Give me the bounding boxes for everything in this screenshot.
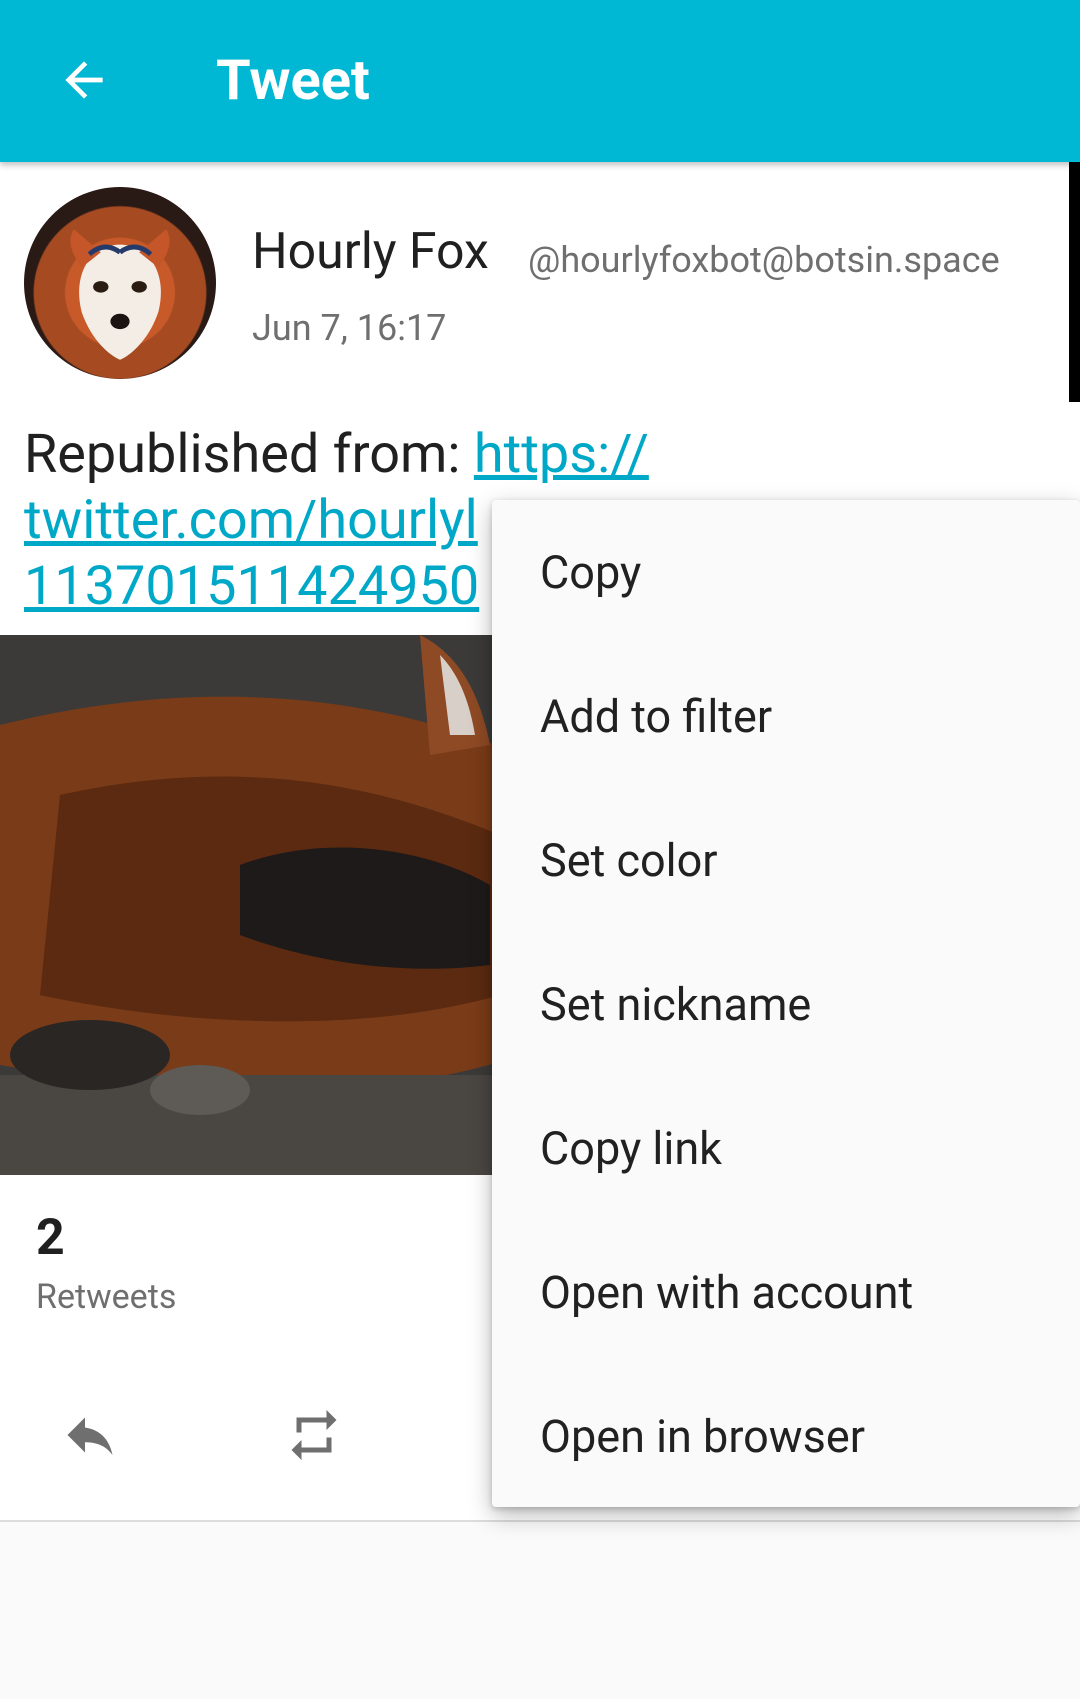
retweet-count: 2 xyxy=(36,1209,65,1267)
timestamp: Jun 7, 16:17 xyxy=(252,307,447,349)
menu-item-open-in-browser[interactable]: Open in browser xyxy=(492,1364,1080,1508)
menu-item-open-with-account[interactable]: Open with account xyxy=(492,1220,1080,1364)
content-link-part2[interactable]: twitter.com/hourlyl xyxy=(24,489,478,552)
menu-item-copy[interactable]: Copy xyxy=(492,500,1080,644)
back-button[interactable] xyxy=(44,40,124,120)
reply-button[interactable] xyxy=(40,1390,140,1480)
page-title: Tweet xyxy=(216,47,370,113)
content-link-part1[interactable]: https:// xyxy=(474,423,649,486)
menu-item-set-color[interactable]: Set color xyxy=(492,788,1080,932)
arrow-left-icon xyxy=(65,61,103,99)
reply-icon xyxy=(67,1417,113,1455)
retweet-button[interactable] xyxy=(264,1390,364,1480)
retweet-label: Retweets xyxy=(36,1277,177,1317)
menu-item-set-nickname[interactable]: Set nickname xyxy=(492,932,1080,1076)
fox-avatar-image xyxy=(70,229,170,360)
user-handle[interactable]: @hourlyfoxbot@botsin.space xyxy=(528,237,1000,283)
content-text: Republished from: xyxy=(24,423,474,486)
display-name[interactable]: Hourly Fox xyxy=(252,222,489,282)
menu-item-copy-link[interactable]: Copy link xyxy=(492,1076,1080,1220)
menu-item-add-to-filter[interactable]: Add to filter xyxy=(492,644,1080,788)
app-bar: Tweet xyxy=(0,0,1080,162)
scroll-indicator xyxy=(1069,162,1080,402)
retweet-icon xyxy=(291,1410,337,1460)
avatar[interactable] xyxy=(24,187,216,379)
content-link-part3[interactable]: 113701511424950 xyxy=(24,555,479,618)
context-menu: Copy Add to filter Set color Set nicknam… xyxy=(492,500,1080,1507)
retweet-stats[interactable]: 2 Retweets xyxy=(36,1208,176,1322)
